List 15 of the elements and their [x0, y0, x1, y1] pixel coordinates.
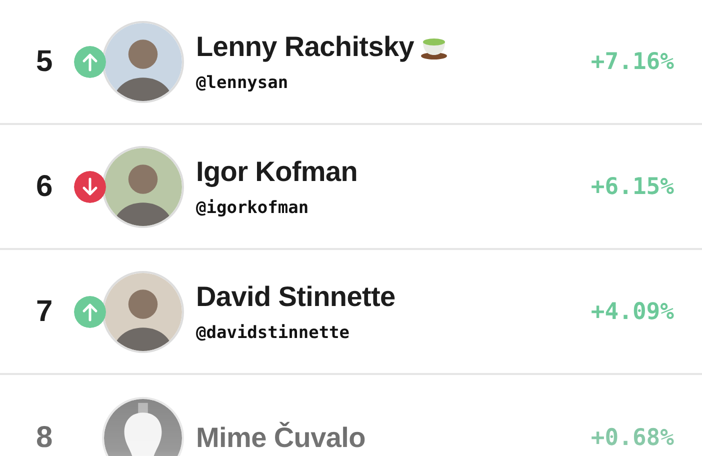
user-handle: @igorkofman — [196, 198, 310, 218]
user-name: David Stinnette — [196, 280, 396, 312]
rank-number: 5 — [36, 44, 54, 78]
rank-number: 6 — [36, 170, 54, 204]
user-handle: @davidstinnette — [196, 322, 351, 342]
percent-change: +7.16% — [590, 48, 674, 74]
percent-change: +6.15% — [590, 174, 674, 200]
user-name: Lenny Rachitsky — [196, 30, 414, 62]
rank-number: 7 — [36, 294, 54, 328]
user-name: Mime Čuvalo — [196, 422, 366, 454]
user-handle: @lennysan — [196, 72, 290, 92]
percent-change: +4.09% — [590, 298, 674, 324]
percent-change: +0.68% — [590, 424, 674, 450]
user-name: Igor Kofman — [196, 156, 358, 188]
rank-number: 8 — [36, 420, 54, 454]
